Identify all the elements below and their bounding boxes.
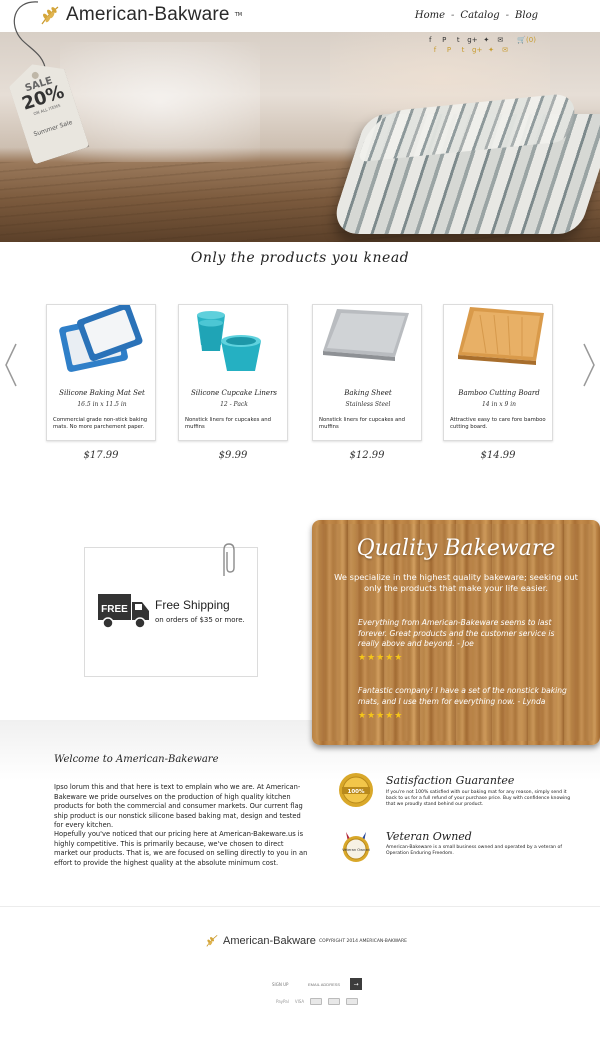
copyright: COPYRIGHT 2014 AMERICAN-BAKWARE [319, 939, 407, 944]
product-carousel: Silicone Baking Mat Set 16.5 in x 11.5 i… [46, 304, 556, 474]
baking-mat-image [59, 305, 143, 372]
product-card[interactable]: Baking Sheet Stainless Steel Nonstick li… [312, 304, 422, 461]
baking-sheet-image [323, 309, 409, 361]
mastercard-icon [310, 998, 323, 1005]
veteran-text: American-Bakeware is a small business ow… [386, 845, 562, 856]
product-name: Bamboo Cutting Board [458, 389, 540, 397]
welcome-paragraph: Hopefully you've noticed that our pricin… [54, 830, 308, 867]
product-card[interactable]: Silicone Cupcake Liners 12 - Pack Nonsti… [178, 304, 288, 461]
welcome-paragraph: Ipso lorum this and that here is text to… [54, 783, 303, 829]
product-price: $12.99 [349, 450, 385, 461]
quality-title: Quality Bakeware [356, 536, 556, 561]
product-size: Stainless Steel [345, 401, 391, 408]
facebook-icon[interactable]: f [430, 46, 440, 54]
nav-separator: - [451, 10, 455, 21]
product-price: $9.99 [218, 450, 248, 461]
testimonial-quote: Everything from American-Bakeware seems … [358, 618, 555, 648]
nav-separator: - [505, 10, 510, 21]
site-logo[interactable]: American-Bakware TM [38, 4, 242, 26]
product-size: 12 - Pack [220, 401, 248, 408]
product-price: $14.99 [480, 450, 516, 461]
veteran-seal-text: Veteran Owned [342, 848, 370, 852]
sale-event: Summer Sale [32, 119, 74, 139]
logo-trademark: TM [234, 12, 243, 18]
visa-label: VISA [294, 999, 305, 1004]
quality-bakeware-panel: Quality Bakeware We specialize in the hi… [312, 520, 600, 745]
star-rating: ★★★★★ [358, 653, 404, 663]
email-field[interactable] [306, 978, 350, 990]
product-price: $17.99 [83, 450, 119, 461]
facebook-icon[interactable]: f [425, 36, 435, 44]
product-size: 16.5 in x 11.5 in [77, 401, 127, 408]
cutting-board-image [458, 307, 544, 365]
nav-blog[interactable]: Blog [515, 10, 538, 21]
logo-text: American-Bakware [66, 4, 230, 25]
mail-icon[interactable]: ✉ [495, 36, 505, 44]
tumblr-icon[interactable]: t [453, 36, 463, 44]
pinterest-icon[interactable]: P [444, 46, 454, 54]
twitter-icon[interactable]: ✦ [486, 46, 496, 54]
welcome-title: Welcome to American-Bakeware [54, 754, 219, 765]
cupcake-liners-image [197, 311, 261, 371]
veteran-title: Veteran Owned [386, 830, 472, 843]
signup-submit-button[interactable]: → [350, 978, 362, 990]
newsletter-signup: SIGN UP → [268, 978, 362, 990]
guarantee-text: If you're not 100% satisfied with our ba… [386, 790, 571, 807]
footer-logo[interactable]: American-Bakware [204, 934, 316, 947]
site-header: American-Bakware TM Home - Catalog - Blo… [0, 0, 600, 32]
free-badge: FREE [101, 604, 128, 615]
tagline: Only the products you knead [190, 250, 410, 266]
tag-string [13, 1, 47, 73]
paypal-label: PayPal [276, 999, 289, 1004]
nav-catalog[interactable]: Catalog [460, 10, 499, 21]
guarantee-seal-text: 100% [348, 789, 365, 795]
hero-banner [0, 32, 600, 242]
main-nav: Home - Catalog - Blog [415, 10, 538, 21]
product-name: Silicone Baking Mat Set [59, 389, 145, 397]
wheat-icon [206, 934, 218, 947]
twitter-icon[interactable]: ✦ [481, 36, 491, 44]
guarantee-seal-icon: 100% [339, 773, 373, 807]
product-card[interactable]: Silicone Baking Mat Set 16.5 in x 11.5 i… [46, 304, 156, 461]
footer-divider [0, 906, 600, 907]
product-size: 14 in x 9 in [481, 401, 517, 408]
guarantee-title: Satisfaction Guarantee [386, 774, 515, 787]
product-description: Nonstick liners for cupcakes and muffins [185, 417, 272, 430]
product-card[interactable]: Bamboo Cutting Board 14 in x 9 in Attrac… [443, 304, 553, 461]
testimonial-quote: Fantastic company! I have a set of the n… [358, 686, 567, 706]
product-description: Attractive easy to care fore bamboo cutt… [450, 417, 546, 430]
googleplus-icon[interactable]: g+ [472, 46, 482, 54]
product-name: Silicone Cupcake Liners [190, 389, 278, 397]
payment-methods: PayPal VISA [276, 998, 359, 1005]
signup-label: SIGN UP [272, 981, 289, 987]
shipping-subtitle: on orders of $35 or more. [155, 616, 245, 624]
footer-logo-text: American-Bakware [223, 934, 316, 947]
product-description: Commercial grade non-stick baking mats. … [53, 417, 148, 430]
shipping-title: Free Shipping [155, 598, 230, 612]
discover-icon [346, 998, 359, 1005]
product-name: Baking Sheet [344, 389, 392, 397]
nav-home[interactable]: Home [415, 10, 445, 21]
truck-icon: FREE [98, 594, 149, 629]
veteran-seal-icon: Veteran Owned [342, 832, 370, 862]
tumblr-icon[interactable]: t [458, 46, 468, 54]
pinterest-icon[interactable]: P [439, 36, 449, 44]
product-description: Nonstick liners for cupcakes and muffins [319, 417, 406, 430]
social-links-alt: f P t g+ ✦ ✉ [430, 46, 510, 54]
carousel-next-icon[interactable] [582, 342, 596, 388]
amex-icon [328, 998, 341, 1005]
googleplus-icon[interactable]: g+ [467, 36, 477, 44]
carousel-prev-icon[interactable] [4, 342, 18, 388]
social-links: f P t g+ ✦ ✉ 🛒(0) [425, 36, 536, 44]
quality-text: We specialize in the highest quality bak… [334, 572, 578, 593]
cart-count: (0) [526, 36, 536, 44]
star-rating: ★★★★★ [358, 711, 404, 721]
mail-icon[interactable]: ✉ [500, 46, 510, 54]
cart-icon[interactable]: 🛒(0) [517, 36, 536, 44]
paperclip-icon [223, 543, 235, 576]
